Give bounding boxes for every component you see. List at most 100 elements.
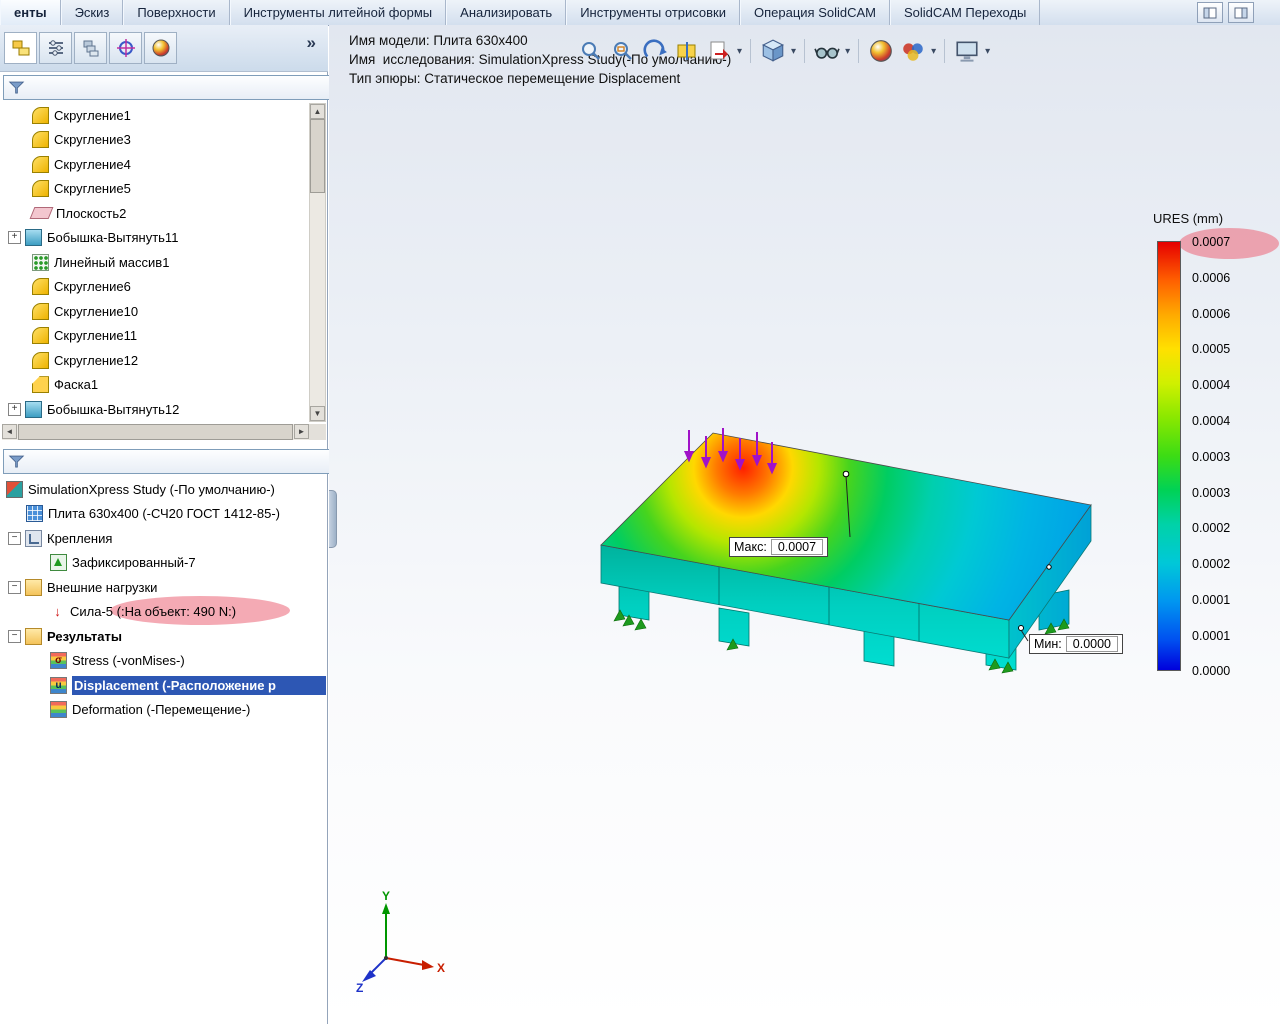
expander-minus[interactable]: −: [8, 531, 21, 545]
min-callout[interactable]: Мин: 0.0000: [1029, 634, 1124, 654]
tab-mold-tools[interactable]: Инструменты литейной формы: [229, 0, 447, 25]
tab-sketch[interactable]: Эскиз: [60, 0, 124, 25]
scrollbar-thumb[interactable]: [310, 119, 325, 193]
tab-render-tools[interactable]: Инструменты отрисовки: [566, 0, 740, 25]
tree-item[interactable]: Скругление11: [2, 324, 326, 349]
dropdown-caret-icon[interactable]: ▾: [845, 46, 850, 57]
results-folder-icon: [25, 627, 42, 645]
tree-item[interactable]: Скругление6: [2, 275, 326, 300]
scrollbar-thumb[interactable]: [18, 424, 293, 440]
legend-tick: 0.0002: [1192, 557, 1231, 571]
tree-item[interactable]: Плита 630x400 (-СЧ20 ГОСТ 1412-85-): [2, 502, 326, 527]
legend-tick: 0.0006: [1192, 307, 1231, 321]
scroll-left-button[interactable]: ◄: [2, 424, 17, 439]
heads-up-toolbar: ▾ ▾ ▾ ▾ ▾: [577, 37, 990, 65]
legend-tick: 0.0002: [1192, 521, 1231, 535]
display-style-glasses-icon[interactable]: [813, 37, 841, 65]
tree-item[interactable]: Зафиксированный-7: [2, 551, 326, 576]
tree-item[interactable]: Линейный массив1: [2, 250, 326, 275]
dimxpert-tab-icon[interactable]: [109, 32, 142, 64]
tree-item[interactable]: − Результаты: [2, 624, 326, 649]
tab-surfaces[interactable]: Поверхности: [123, 0, 230, 25]
tree-item[interactable]: Скругление4: [2, 152, 326, 177]
legend-tick: 0.0001: [1192, 593, 1231, 607]
tree-item[interactable]: + Бобышка-Вытянуть12: [2, 397, 326, 422]
scroll-right-button[interactable]: ►: [294, 424, 309, 439]
selected-tree-label: Displacement (-Расположение р: [72, 675, 326, 695]
tree-item[interactable]: − Внешние нагрузки: [2, 575, 326, 600]
dropdown-caret-icon[interactable]: ▾: [737, 46, 742, 57]
tab-solidcam-transitions[interactable]: SolidCAM Переходы: [890, 0, 1041, 25]
fillet-icon: [32, 327, 49, 345]
min-callout-label: Мин:: [1034, 637, 1062, 651]
property-manager-tab-icon[interactable]: [39, 32, 72, 64]
panel-splitter-handle[interactable]: [329, 490, 337, 548]
graphics-viewport[interactable]: Имя модели: Плита 630x400 Имя исследован…: [329, 25, 1280, 1024]
color-legend: URES (mm) 0.0007 0.0006 0.0006 0.0005 0.…: [1149, 211, 1280, 713]
sim-tree-filter-bar[interactable]: [3, 449, 332, 474]
appearances-sphere-icon[interactable]: [867, 37, 895, 65]
max-callout[interactable]: Макс: 0.0007: [729, 537, 829, 557]
dropdown-caret-icon[interactable]: ▾: [931, 46, 936, 57]
tree-item-displacement[interactable]: u Displacement (-Расположение р: [2, 673, 326, 698]
view-orientation-cube-icon[interactable]: [759, 37, 787, 65]
boss-extrude-icon: [25, 229, 42, 247]
legend-tick: 0.0000: [1192, 664, 1231, 678]
tree-item[interactable]: Фаска1: [2, 373, 326, 398]
legend-title: URES (mm): [1153, 211, 1224, 226]
rotate-view-icon[interactable]: [641, 37, 669, 65]
expander-plus[interactable]: +: [8, 402, 21, 416]
feature-tree-filter-bar[interactable]: [3, 75, 332, 100]
filter-funnel-icon: [8, 81, 25, 94]
scene-icon[interactable]: [899, 37, 927, 65]
fillet-icon: [32, 131, 49, 149]
display-manager-tab-icon[interactable]: [144, 32, 177, 64]
stress-plot-icon: σ: [50, 652, 67, 670]
expander-minus[interactable]: −: [8, 580, 21, 594]
zoom-area-icon[interactable]: [609, 37, 637, 65]
legend-tick: 0.0004: [1192, 414, 1231, 428]
scroll-down-button[interactable]: ▼: [310, 406, 325, 421]
tab-features[interactable]: енты: [0, 0, 61, 25]
tree-item-force[interactable]: ↓ Сила-5 (:На объект: 490 N:): [2, 600, 326, 625]
configuration-manager-tab-icon[interactable]: [74, 32, 107, 64]
section-view-icon[interactable]: [673, 37, 701, 65]
horizontal-scrollbar[interactable]: ◄ ►: [2, 424, 309, 440]
external-loads-folder-icon: [25, 578, 42, 596]
window-layout-icon[interactable]: [1197, 2, 1223, 23]
tree-item[interactable]: Плоскость2: [2, 201, 326, 226]
expander-plus[interactable]: +: [8, 231, 21, 245]
legend-tick: 0.0003: [1192, 450, 1231, 464]
panel-toolbar: »: [0, 25, 328, 72]
panel-expand-chevron[interactable]: »: [307, 33, 316, 53]
dropdown-caret-icon[interactable]: ▾: [985, 46, 990, 57]
scroll-up-button[interactable]: ▲: [310, 104, 325, 119]
feature-manager-tab-icon[interactable]: [4, 32, 37, 64]
force-icon: ↓: [54, 604, 61, 620]
toolbar-separator: [804, 39, 806, 63]
draft-quality-monitor-icon[interactable]: [953, 37, 981, 65]
tree-item[interactable]: Скругление1: [2, 103, 326, 128]
window-split-icon[interactable]: [1228, 2, 1254, 23]
tree-item[interactable]: Скругление3: [2, 128, 326, 153]
tree-item[interactable]: + Бобышка-Вытянуть11: [2, 226, 326, 251]
tree-item[interactable]: Скругление12: [2, 348, 326, 373]
tree-item[interactable]: Скругление10: [2, 299, 326, 324]
vertical-scrollbar[interactable]: ▲ ▼: [309, 103, 326, 422]
tree-item[interactable]: σ Stress (-vonMises-): [2, 649, 326, 674]
tree-item[interactable]: − Крепления: [2, 526, 326, 551]
update-image-icon[interactable]: [705, 37, 733, 65]
fillet-icon: [32, 155, 49, 173]
tree-item[interactable]: SimulationXpress Study (-По умолчанию-): [2, 477, 326, 502]
tab-solidcam-operation[interactable]: Операция SolidCAM: [740, 0, 890, 25]
fillet-icon: [32, 180, 49, 198]
mesh-part-icon: [26, 505, 43, 523]
tree-item[interactable]: Скругление5: [2, 177, 326, 202]
scrollbar-corner: [309, 424, 326, 440]
dropdown-caret-icon[interactable]: ▾: [791, 46, 796, 57]
tree-item[interactable]: Deformation (-Перемещение-): [2, 698, 326, 723]
fixtures-folder-icon: [25, 529, 42, 547]
zoom-fit-icon[interactable]: [577, 37, 605, 65]
expander-minus[interactable]: −: [8, 629, 21, 643]
tab-evaluate[interactable]: Анализировать: [446, 0, 567, 25]
